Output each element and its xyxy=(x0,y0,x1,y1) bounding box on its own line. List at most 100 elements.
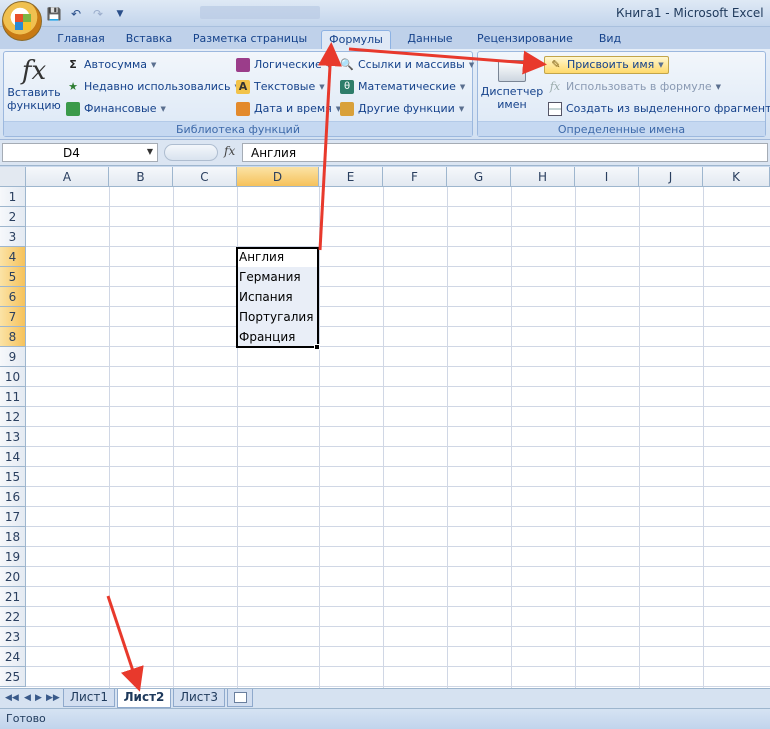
column-header[interactable]: B xyxy=(109,167,173,187)
row-header[interactable]: 17 xyxy=(0,507,26,527)
gridline-horizontal xyxy=(26,586,770,587)
tab-home[interactable]: Главная xyxy=(50,30,112,49)
tab-view[interactable]: Вид xyxy=(590,30,630,49)
select-all-corner[interactable] xyxy=(0,167,26,187)
tab-data[interactable]: Данные xyxy=(400,30,460,49)
row-header[interactable]: 3 xyxy=(0,227,26,247)
row-header[interactable]: 11 xyxy=(0,387,26,407)
row-header[interactable]: 12 xyxy=(0,407,26,427)
redo-icon[interactable]: ↷ xyxy=(90,6,106,22)
row-header[interactable]: 1 xyxy=(0,187,26,207)
row-header[interactable]: 15 xyxy=(0,467,26,487)
row-header[interactable]: 16 xyxy=(0,487,26,507)
name-box[interactable]: D4 ▼ xyxy=(2,143,158,162)
column-header[interactable]: J xyxy=(639,167,703,187)
tab-page-layout[interactable]: Разметка страницы xyxy=(190,30,310,49)
quick-access-toolbar: 💾 ↶ ↷ ▼ xyxy=(46,4,128,23)
row-header[interactable]: 4 xyxy=(0,247,26,267)
sheet-tab-1[interactable]: Лист1 xyxy=(63,689,115,707)
row-header[interactable]: 23 xyxy=(0,627,26,647)
row-header[interactable]: 24 xyxy=(0,647,26,667)
dropdown-arrow-icon: ▼ xyxy=(459,83,466,91)
use-in-formula-button[interactable]: fx Использовать в формуле ▼ xyxy=(548,78,721,96)
row-header[interactable]: 18 xyxy=(0,527,26,547)
last-sheet-icon[interactable]: ▶▶ xyxy=(46,693,60,703)
row-header[interactable]: 6 xyxy=(0,287,26,307)
chevron-down-icon[interactable]: ▼ xyxy=(147,147,153,156)
lookup-button[interactable]: 🔍 Ссылки и массивы ▼ xyxy=(340,56,474,74)
column-header[interactable]: C xyxy=(173,167,237,187)
financial-button[interactable]: Финансовые ▼ xyxy=(66,100,166,118)
cell-d5[interactable]: Германия xyxy=(237,267,319,287)
cell-d6[interactable]: Испания xyxy=(237,287,319,307)
row-header[interactable]: 2 xyxy=(0,207,26,227)
logical-button[interactable]: Логические ▼ xyxy=(236,56,331,74)
row-header[interactable]: 21 xyxy=(0,587,26,607)
first-sheet-icon[interactable]: ◀◀ xyxy=(5,693,19,703)
insert-function-button[interactable]: fx Вставить функцию xyxy=(6,56,62,112)
row-header[interactable]: 13 xyxy=(0,427,26,447)
group-caption-defined-names: Определенные имена xyxy=(478,121,765,136)
cell-d4[interactable]: Англия xyxy=(237,247,319,267)
row-header[interactable]: 9 xyxy=(0,347,26,367)
text-functions-button[interactable]: A Текстовые ▼ xyxy=(236,78,325,96)
row-header[interactable]: 25 xyxy=(0,667,26,687)
cell-d7[interactable]: Португалия xyxy=(237,307,319,327)
row-header[interactable]: 14 xyxy=(0,447,26,467)
next-sheet-icon[interactable]: ▶ xyxy=(35,693,42,703)
formula-bar-resize-handle[interactable] xyxy=(164,144,218,161)
name-manager-label-1: Диспетчер xyxy=(480,85,544,98)
row-header[interactable]: 5 xyxy=(0,267,26,287)
gridline-horizontal xyxy=(26,346,770,347)
undo-icon[interactable]: ↶ xyxy=(68,6,84,22)
row-header[interactable]: 19 xyxy=(0,547,26,567)
office-button[interactable] xyxy=(2,1,42,41)
tab-review[interactable]: Рецензирование xyxy=(472,30,578,49)
tab-formulas[interactable]: Формулы xyxy=(321,30,391,49)
text-a-icon: A xyxy=(236,80,250,94)
name-manager-button[interactable]: Диспетчер имен xyxy=(480,60,544,111)
autosum-button[interactable]: Σ Автосумма ▼ xyxy=(66,56,156,74)
column-header[interactable]: A xyxy=(26,167,109,187)
dropdown-arrow-icon: ▼ xyxy=(151,61,157,69)
row-header[interactable]: 7 xyxy=(0,307,26,327)
save-icon[interactable]: 💾 xyxy=(46,6,62,22)
prev-sheet-icon[interactable]: ◀ xyxy=(24,693,31,703)
dropdown-arrow-icon: ▼ xyxy=(319,83,325,91)
row-header[interactable]: 8 xyxy=(0,327,26,347)
use-in-formula-label: Использовать в формуле xyxy=(566,80,712,93)
tag-icon: ✎ xyxy=(551,58,561,71)
sheet-tab-2[interactable]: Лист2 xyxy=(117,689,171,708)
group-defined-names: Диспетчер имен ✎ Присвоить имя ▼ fx Испо… xyxy=(477,51,770,137)
column-header[interactable]: E xyxy=(319,167,383,187)
row-header[interactable]: 10 xyxy=(0,367,26,387)
insert-function-label-1: Вставить xyxy=(7,86,61,99)
datetime-button[interactable]: Дата и время ▼ xyxy=(236,100,341,118)
row-header[interactable]: 22 xyxy=(0,607,26,627)
cell-d8[interactable]: Франция xyxy=(237,327,319,347)
formula-input[interactable]: Англия xyxy=(242,143,768,162)
other-functions-button[interactable]: Другие функции ▼ xyxy=(340,100,464,118)
recent-functions-button[interactable]: ★ Недавно использовались ▼ xyxy=(66,78,240,96)
gridline-horizontal xyxy=(26,366,770,367)
book-icon xyxy=(236,58,250,72)
define-name-label: Присвоить имя xyxy=(567,58,655,71)
row-header[interactable]: 20 xyxy=(0,567,26,587)
tab-insert[interactable]: Вставка xyxy=(120,30,178,49)
worksheet-grid[interactable]: A B C D E F G H I J K 1 2 3 4 5 6 7 8 9 … xyxy=(0,167,770,688)
column-header[interactable]: F xyxy=(383,167,447,187)
define-name-button[interactable]: ✎ Присвоить имя ▼ xyxy=(544,56,669,74)
column-header[interactable]: D xyxy=(237,167,319,187)
create-from-selection-button[interactable]: Создать из выделенного фрагмента xyxy=(548,100,770,118)
gridline-horizontal xyxy=(26,246,770,247)
math-button[interactable]: θ Математические ▼ xyxy=(340,78,465,96)
column-header[interactable]: H xyxy=(511,167,575,187)
customize-qat-icon[interactable]: ▼ xyxy=(112,6,128,22)
fill-handle[interactable] xyxy=(314,344,320,350)
insert-function-fx-icon[interactable]: fx xyxy=(224,144,235,158)
column-header[interactable]: K xyxy=(703,167,770,187)
column-header[interactable]: G xyxy=(447,167,511,187)
column-header[interactable]: I xyxy=(575,167,639,187)
sheet-tab-3[interactable]: Лист3 xyxy=(173,689,225,707)
insert-sheet-button[interactable] xyxy=(227,689,253,707)
